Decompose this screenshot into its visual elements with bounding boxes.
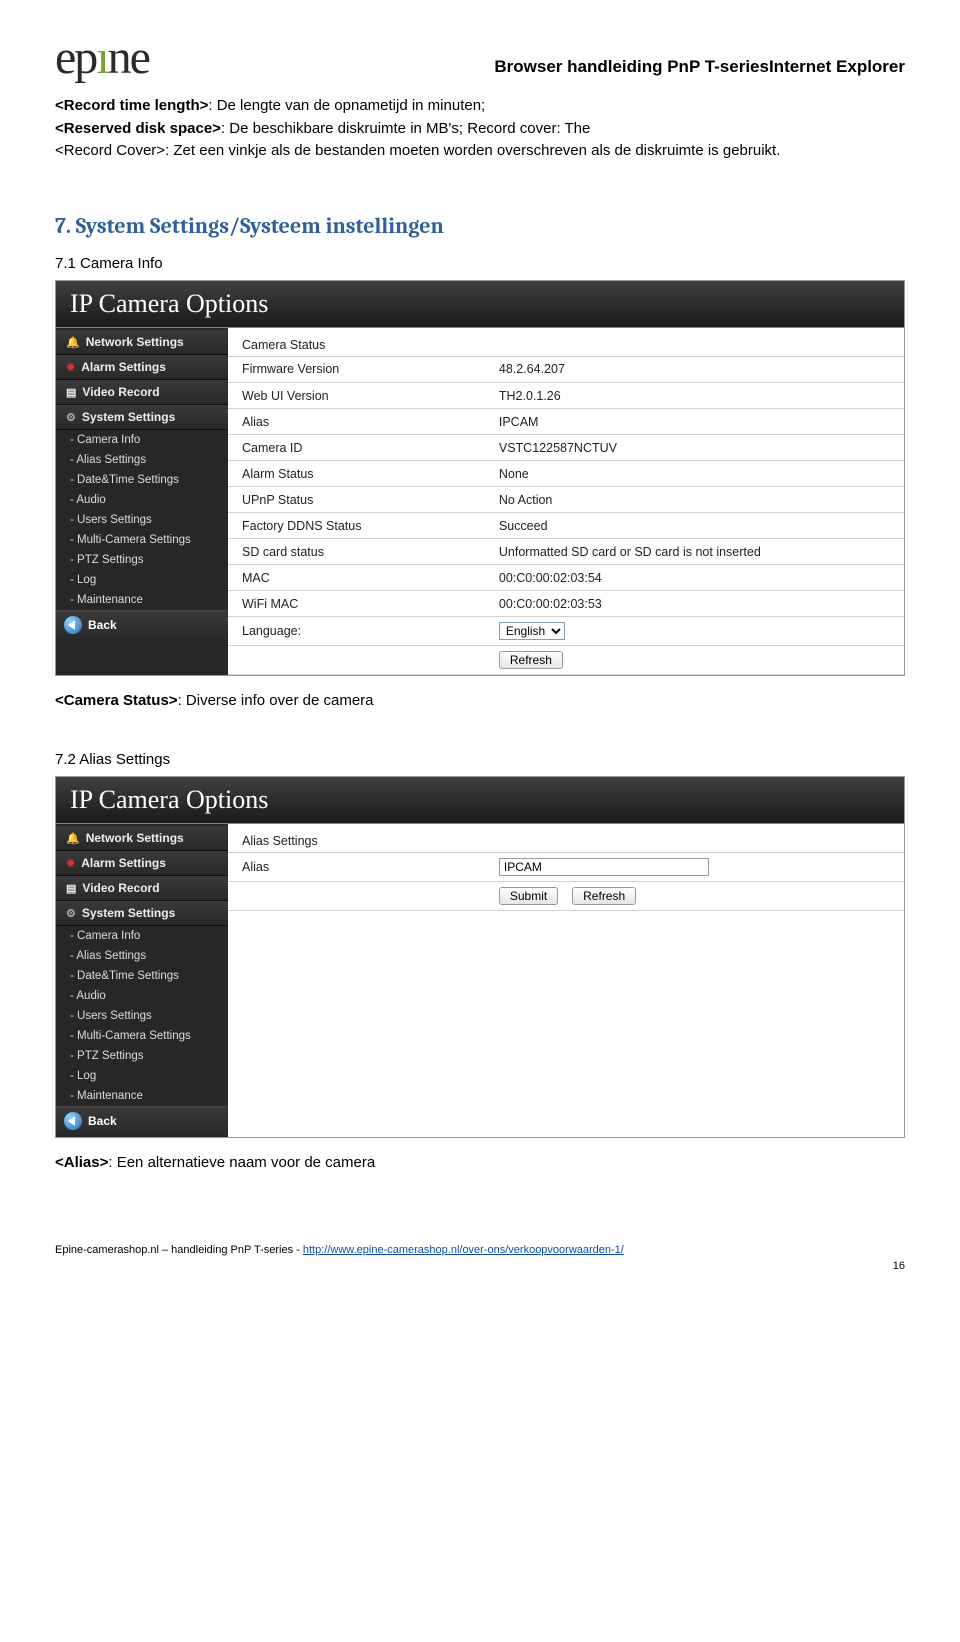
table-row: UPnP StatusNo Action	[228, 487, 904, 513]
bell-icon	[66, 831, 80, 845]
table-row: Firmware Version48.2.64.207	[228, 357, 904, 383]
sidebar-sub-alias[interactable]: - Alias Settings	[56, 946, 228, 966]
table-row: MAC00:C0:00:02:03:54	[228, 565, 904, 591]
table-row: SD card statusUnformatted SD card or SD …	[228, 539, 904, 565]
refresh-button[interactable]: Refresh	[499, 651, 563, 669]
sidebar-sub-log[interactable]: - Log	[56, 570, 228, 590]
record-cover-text: <Record Cover>: Zet een vinkje als de be…	[55, 142, 780, 159]
sidebar-back[interactable]: Back	[56, 610, 228, 639]
refresh-button[interactable]: Refresh	[572, 887, 636, 905]
panel-title: IP Camera Options	[56, 777, 904, 824]
alias-settings-content: Alias Settings Alias Submit Refresh	[228, 824, 904, 1137]
sidebar: Network Settings Alarm Settings Video Re…	[56, 328, 228, 676]
sidebar-sub-ptz[interactable]: - PTZ Settings	[56, 1046, 228, 1066]
table-row: Camera IDVSTC122587NCTUV	[228, 435, 904, 461]
sidebar-sub-audio[interactable]: - Audio	[56, 986, 228, 1006]
table-row: Submit Refresh	[228, 881, 904, 910]
sidebar-sub-users[interactable]: - Users Settings	[56, 1006, 228, 1026]
reserved-disk-space-term: <Reserved disk space>	[55, 120, 221, 137]
camera-status-header: Camera Status	[228, 328, 904, 357]
sidebar: Network Settings Alarm Settings Video Re…	[56, 824, 228, 1137]
film-icon	[66, 881, 76, 895]
sidebar-sub-maintenance[interactable]: - Maintenance	[56, 590, 228, 610]
intro-paragraph: <Record time length>: De lengte van de o…	[55, 95, 905, 163]
sidebar-item-video[interactable]: Video Record	[56, 380, 228, 405]
burst-icon	[66, 856, 75, 870]
gear-icon	[66, 906, 76, 920]
gear-icon	[66, 410, 76, 424]
reserved-disk-space-text: : De beschikbare diskruimte in MB's; Rec…	[221, 120, 590, 137]
sidebar-item-video[interactable]: Video Record	[56, 876, 228, 901]
camera-status-term: <Camera Status>	[55, 692, 178, 709]
record-time-length-text: : De lengte van de opnametijd in minuten…	[208, 97, 485, 114]
sidebar-item-system[interactable]: System Settings	[56, 405, 228, 430]
sidebar-sub-users[interactable]: - Users Settings	[56, 510, 228, 530]
sidebar-sub-multicamera[interactable]: - Multi-Camera Settings	[56, 530, 228, 550]
back-icon	[64, 616, 82, 634]
sidebar-sub-datetime[interactable]: - Date&Time Settings	[56, 470, 228, 490]
subsection-7-1: 7.1 Camera Info	[55, 255, 905, 272]
sidebar-sub-camera-info[interactable]: - Camera Info	[56, 430, 228, 450]
table-row: Web UI VersionTH2.0.1.26	[228, 383, 904, 409]
record-time-length-term: <Record time length>	[55, 97, 208, 114]
sidebar-sub-audio[interactable]: - Audio	[56, 490, 228, 510]
sidebar-back[interactable]: Back	[56, 1106, 228, 1135]
table-row: Refresh	[228, 646, 904, 675]
submit-button[interactable]: Submit	[499, 887, 558, 905]
footer: Epine-camerashop.nl – handleiding PnP T-…	[55, 1244, 905, 1256]
language-label: Language:	[228, 617, 485, 646]
subsection-7-2: 7.2 Alias Settings	[55, 751, 905, 768]
table-row: Alias	[228, 853, 904, 882]
doc-title: Browser handleiding PnP T-seriesInternet…	[55, 57, 905, 77]
sidebar-sub-datetime[interactable]: - Date&Time Settings	[56, 966, 228, 986]
sidebar-item-network[interactable]: Network Settings	[56, 330, 228, 355]
camera-info-panel: IP Camera Options Network Settings Alarm…	[55, 280, 905, 677]
sidebar-sub-maintenance[interactable]: - Maintenance	[56, 1086, 228, 1106]
sidebar-item-network[interactable]: Network Settings	[56, 826, 228, 851]
sidebar-sub-log[interactable]: - Log	[56, 1066, 228, 1086]
footer-text: Epine-camerashop.nl – handleiding PnP T-…	[55, 1244, 303, 1256]
sidebar-sub-alias[interactable]: - Alias Settings	[56, 450, 228, 470]
sidebar-sub-multicamera[interactable]: - Multi-Camera Settings	[56, 1026, 228, 1046]
alias-label: Alias	[228, 853, 485, 882]
burst-icon	[66, 360, 75, 374]
camera-status-caption: <Camera Status>: Diverse info over de ca…	[55, 690, 905, 713]
language-select[interactable]: English	[499, 622, 565, 640]
panel-title: IP Camera Options	[56, 281, 904, 328]
alias-settings-panel: IP Camera Options Network Settings Alarm…	[55, 776, 905, 1138]
film-icon	[66, 385, 76, 399]
section-7-heading: 7. System Settings/Systeem instellingen	[55, 213, 905, 239]
alias-table: Alias Submit Refresh	[228, 853, 904, 911]
sidebar-item-alarm[interactable]: Alarm Settings	[56, 355, 228, 380]
logo-text: epıne	[55, 31, 149, 84]
table-row: WiFi MAC00:C0:00:02:03:53	[228, 591, 904, 617]
sidebar-item-alarm[interactable]: Alarm Settings	[56, 851, 228, 876]
table-row: Alarm StatusNone	[228, 461, 904, 487]
alias-settings-header: Alias Settings	[228, 824, 904, 853]
camera-status-table: Firmware Version48.2.64.207 Web UI Versi…	[228, 357, 904, 676]
table-row: Factory DDNS StatusSucceed	[228, 513, 904, 539]
sidebar-sub-ptz[interactable]: - PTZ Settings	[56, 550, 228, 570]
table-row: Language: English	[228, 617, 904, 646]
alias-term: <Alias>	[55, 1154, 108, 1171]
bell-icon	[66, 335, 80, 349]
camera-status-content: Camera Status Firmware Version48.2.64.20…	[228, 328, 904, 676]
sidebar-item-system[interactable]: System Settings	[56, 901, 228, 926]
back-icon	[64, 1112, 82, 1130]
alias-input[interactable]	[499, 858, 709, 876]
alias-caption: <Alias>: Een alternatieve naam voor de c…	[55, 1152, 905, 1175]
page-number: 16	[55, 1260, 905, 1272]
table-row: AliasIPCAM	[228, 409, 904, 435]
footer-link[interactable]: http://www.epine-camerashop.nl/over-ons/…	[303, 1244, 624, 1256]
sidebar-sub-camera-info[interactable]: - Camera Info	[56, 926, 228, 946]
